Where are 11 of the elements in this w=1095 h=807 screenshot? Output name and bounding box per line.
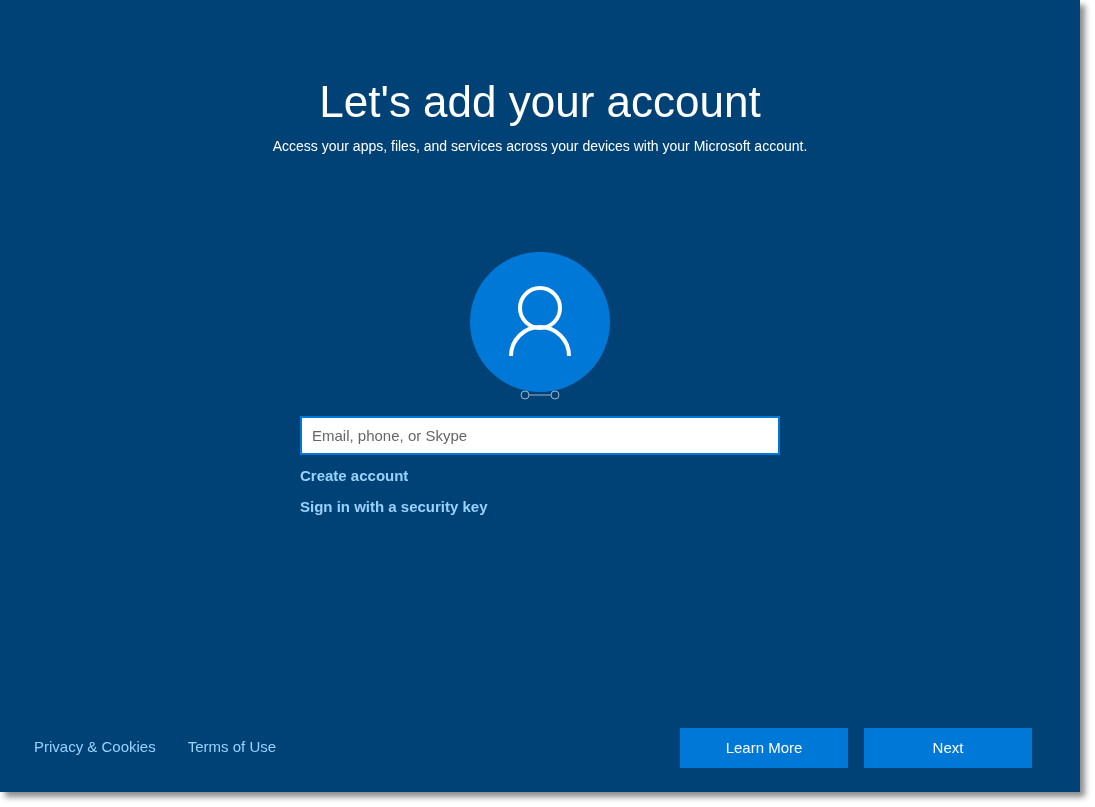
footer-link[interactable]: Privacy & Cookies bbox=[34, 735, 156, 758]
learn-more-button[interactable]: Learn More bbox=[680, 728, 848, 768]
connector-icon bbox=[520, 390, 560, 400]
person-icon bbox=[507, 286, 573, 358]
account-link[interactable]: Create account bbox=[300, 465, 409, 488]
next-button[interactable]: Next bbox=[864, 728, 1032, 768]
page-subtitle: Access your apps, files, and services across your devices with your Microsoft account. bbox=[272, 137, 808, 156]
account-input-field[interactable]: Email, phone, or Skype bbox=[300, 416, 780, 455]
footer-link[interactable]: Terms of Use bbox=[187, 735, 277, 758]
account-link[interactable]: Sign in with a security key bbox=[300, 495, 488, 518]
page-title: Let's add your account bbox=[319, 76, 761, 128]
